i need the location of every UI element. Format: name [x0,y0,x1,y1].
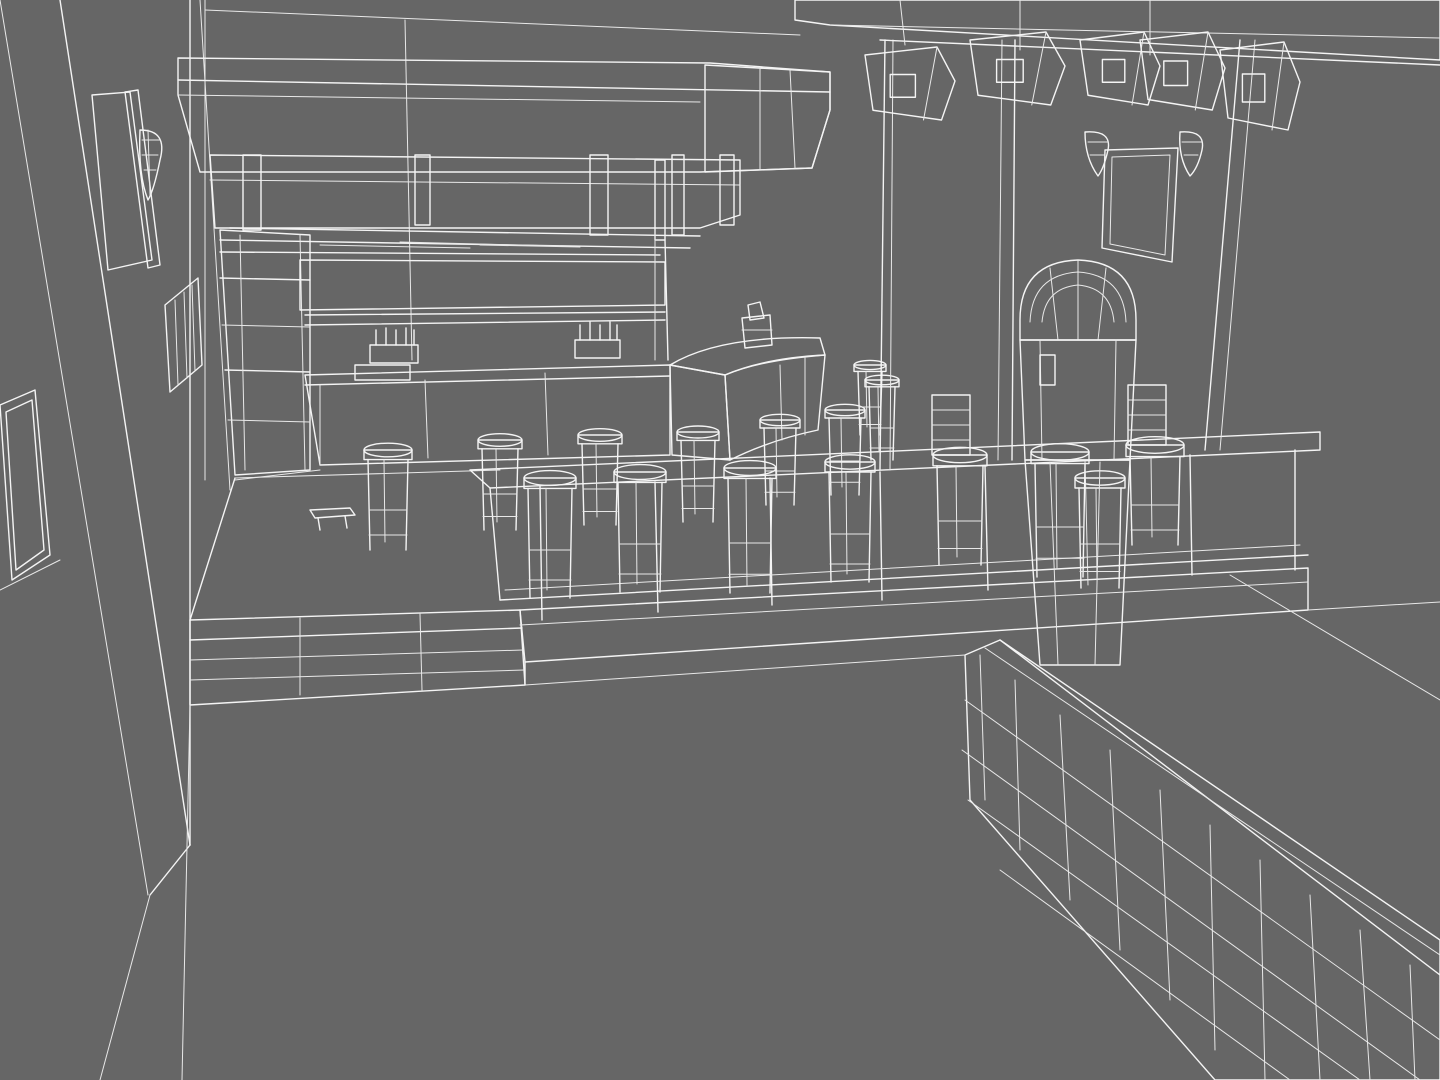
bar-stool-back-4 [676,425,720,523]
canopy-posts [242,154,735,241]
bar-stool-front-1 [523,469,577,599]
wall-sconce-2 [1179,131,1204,177]
ladder-back-chair-1 [931,394,971,456]
front-counter-rail [469,431,1321,621]
bar-stool-back-2 [477,433,523,531]
wireframe-viewport[interactable] [0,0,1440,1080]
wall-picture-frame [0,389,51,581]
bar-stools-back [363,359,900,551]
bar-stool-back-3 [577,428,623,526]
ceiling-light-1 [864,46,956,121]
back-wall [204,0,801,481]
step-stool [309,507,356,531]
wall-mirror [1101,147,1179,263]
bar-stool-front-4 [824,454,876,583]
ceiling-lights [864,31,1301,131]
beer-taps-right [574,321,621,359]
curved-bar-counter [669,337,826,461]
bar-stool-front-7 [1125,436,1185,546]
bar-stool-front-2 [613,463,667,593]
ceiling-light-2 [969,31,1066,106]
ceiling-beams [794,0,1440,66]
stair-railing [961,639,1440,1080]
wall-sconce-left [91,89,163,271]
bar-stool-back-1 [363,442,413,551]
bar-stool-front-3 [723,459,777,594]
left-wall [0,0,231,1080]
back-shelves [219,229,669,476]
wall-vent [164,277,203,393]
floor-lines [181,654,966,1080]
bar-stool-back-5 [759,413,801,506]
